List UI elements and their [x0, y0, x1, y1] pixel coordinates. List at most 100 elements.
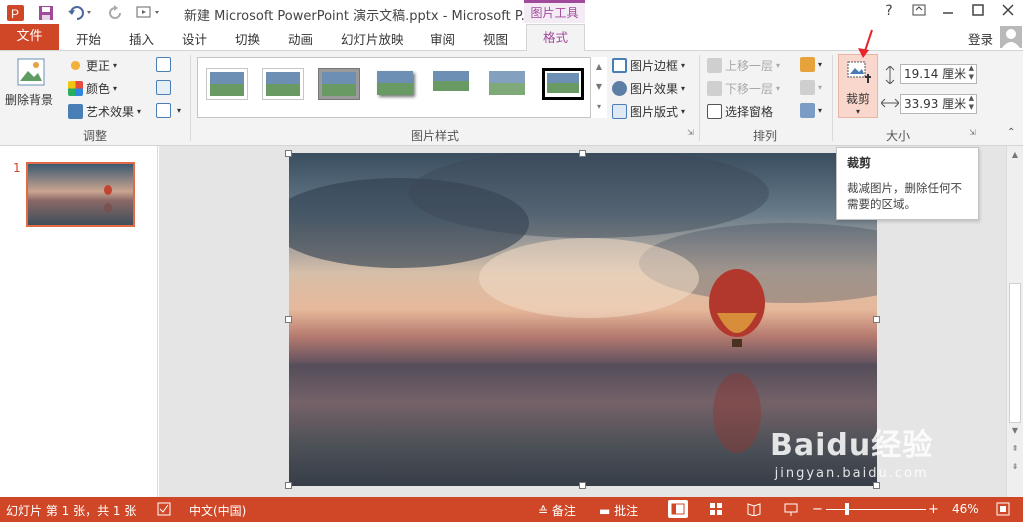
close-button[interactable]	[998, 3, 1018, 21]
dialog-launcher-icon[interactable]: ⇲	[687, 128, 694, 137]
undo-icon[interactable]	[66, 4, 96, 22]
change-picture-icon[interactable]	[156, 80, 174, 95]
zoom-in-button[interactable]: +	[928, 502, 939, 517]
remove-background-icon[interactable]	[8, 57, 54, 87]
picture-effects-button[interactable]: 图片效果 ▾	[612, 80, 685, 97]
artistic-effects-icon	[68, 104, 83, 119]
slide-sorter-view-icon[interactable]	[709, 502, 723, 519]
color-button[interactable]: 颜色 ▾	[68, 80, 117, 97]
language-indicator[interactable]: 中文(中国)	[189, 502, 246, 519]
comments-button[interactable]: ▬ 批注	[599, 502, 638, 519]
resize-handle[interactable]	[579, 482, 586, 489]
style-thumb-double-frame[interactable]	[542, 68, 584, 100]
dialog-launcher-icon[interactable]: ⇲	[969, 128, 976, 137]
gallery-scroll[interactable]: ▲ ▼ ▾	[590, 57, 607, 118]
style-thumb-reflected[interactable]	[430, 68, 472, 100]
start-slideshow-icon[interactable]	[134, 4, 164, 22]
send-backward-icon	[707, 81, 722, 96]
status-bar: 幻灯片 第 1 张，共 1 张 中文(中国) ≙ 备注 ▬ 批注 − + 46%	[0, 497, 1023, 522]
picture-layout-label: 图片版式	[630, 105, 679, 119]
width-input[interactable]: 33.93 厘米 ▲ ▼	[900, 94, 977, 114]
height-value: 19.14 厘米	[904, 67, 967, 81]
artistic-effects-label: 艺术效果	[86, 105, 135, 119]
style-thumb-simple-frame[interactable]	[206, 68, 248, 100]
help-button[interactable]: ?	[879, 3, 899, 19]
tab-insert[interactable]: 插入	[129, 29, 154, 48]
spell-check-icon[interactable]	[157, 502, 171, 519]
collapse-ribbon-icon[interactable]: ⌃	[1007, 127, 1015, 138]
height-input[interactable]: 19.14 厘米 ▲ ▼	[900, 64, 977, 84]
resize-handle[interactable]	[873, 316, 880, 323]
minimize-button[interactable]	[938, 3, 958, 21]
powerpoint-logo-icon: P	[6, 4, 26, 22]
tab-design[interactable]: 设计	[182, 29, 207, 48]
corrections-button[interactable]: 更正 ▾	[68, 57, 117, 74]
reading-view-icon[interactable]	[747, 502, 761, 519]
group-objects-icon[interactable]: ▾	[800, 80, 822, 95]
style-thumb-drop-shadow[interactable]	[374, 68, 416, 100]
tooltip-description: 裁减图片，删除任何不需要的区域。	[847, 181, 962, 211]
resize-handle[interactable]	[285, 316, 292, 323]
zoom-slider[interactable]	[826, 509, 926, 510]
save-icon[interactable]	[37, 4, 55, 22]
tab-slideshow[interactable]: 幻灯片放映	[341, 29, 404, 48]
scrollbar-thumb[interactable]	[1009, 283, 1021, 423]
tab-file[interactable]: 文件	[0, 24, 59, 50]
avatar[interactable]	[1000, 26, 1022, 48]
compress-pictures-icon[interactable]	[156, 57, 174, 72]
reset-picture-icon[interactable]: ▾	[156, 103, 181, 118]
sign-in-link[interactable]: 登录	[968, 29, 993, 48]
resize-handle[interactable]	[285, 150, 292, 157]
tab-format[interactable]: 格式	[526, 24, 585, 52]
rotate-icon[interactable]: ▾	[800, 103, 822, 118]
picture-layout-icon	[612, 104, 627, 119]
picture-border-icon	[612, 58, 627, 73]
normal-view-icon[interactable]	[668, 500, 688, 518]
tab-review[interactable]: 审阅	[430, 29, 455, 48]
comments-label: 批注	[614, 504, 639, 518]
arrange-group-label: 排列	[752, 129, 777, 143]
resize-handle[interactable]	[873, 482, 880, 489]
adjust-group-label: 调整	[82, 129, 107, 143]
corrections-label: 更正	[86, 59, 111, 73]
height-icon	[882, 66, 898, 84]
tooltip-title: 裁剪	[847, 156, 872, 170]
slideshow-view-icon[interactable]	[784, 502, 798, 519]
picture-border-label: 图片边框	[630, 59, 679, 73]
slide-thumbnail[interactable]	[26, 162, 135, 227]
crop-label: 裁剪	[845, 92, 870, 106]
remove-background-button[interactable]: 删除背景	[5, 91, 53, 108]
slide-number: 1	[13, 161, 21, 175]
picture-layout-button[interactable]: 图片版式 ▾	[612, 103, 685, 120]
selection-pane-label: 选择窗格	[725, 105, 774, 119]
style-thumb-metal[interactable]	[318, 68, 360, 100]
notes-button[interactable]: ≙ 备注	[538, 502, 576, 519]
zoom-out-button[interactable]: −	[812, 502, 823, 517]
tab-animations[interactable]: 动画	[288, 29, 313, 48]
style-thumb-beveled[interactable]	[262, 68, 304, 100]
zoom-level[interactable]: 46%	[952, 502, 979, 516]
align-icon[interactable]: ▾	[800, 57, 822, 72]
fit-slide-icon[interactable]	[996, 502, 1010, 519]
maximize-button[interactable]	[968, 3, 988, 21]
vertical-scrollbar[interactable]: ▲ ▼ ⇞ ⇟	[1006, 146, 1023, 497]
resize-handle[interactable]	[579, 150, 586, 157]
crop-button[interactable]: 裁剪 ▾	[838, 54, 878, 118]
zoom-slider-thumb[interactable]	[845, 503, 849, 515]
redo-icon[interactable]	[106, 4, 126, 22]
send-backward-label: 下移一层	[725, 82, 774, 96]
send-backward-button[interactable]: 下移一层 ▾	[707, 80, 780, 97]
style-thumb-soft-edge[interactable]	[486, 68, 528, 100]
artistic-effects-button[interactable]: 艺术效果 ▾	[68, 103, 141, 120]
tab-view[interactable]: 视图	[483, 29, 508, 48]
selection-pane-button[interactable]: 选择窗格	[707, 103, 773, 120]
ribbon-display-options-icon[interactable]	[909, 3, 929, 21]
tab-transitions[interactable]: 切换	[235, 29, 260, 48]
bring-forward-button[interactable]: 上移一层 ▾	[707, 57, 780, 74]
picture-border-button[interactable]: 图片边框 ▾	[612, 57, 685, 74]
crop-icon	[845, 59, 871, 88]
picture-styles-gallery[interactable]	[197, 57, 607, 118]
resize-handle[interactable]	[285, 482, 292, 489]
bring-forward-label: 上移一层	[725, 59, 774, 73]
tab-home[interactable]: 开始	[76, 29, 101, 48]
